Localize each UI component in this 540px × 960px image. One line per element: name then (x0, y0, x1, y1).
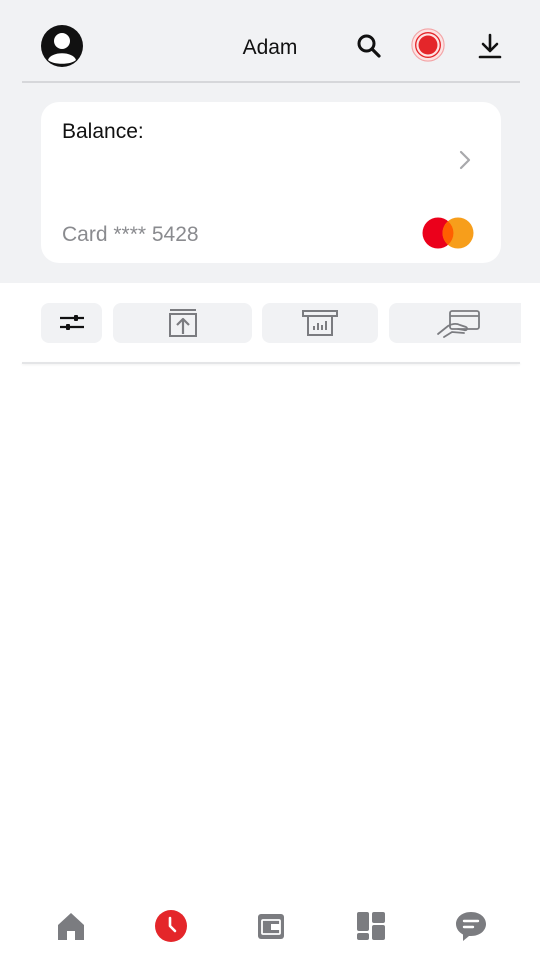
atm-icon (302, 310, 338, 336)
nav-chat[interactable] (451, 906, 491, 946)
actions-scroll-edge (521, 283, 540, 363)
download-icon (478, 33, 502, 59)
chevron-right-icon (459, 150, 471, 170)
balance-card[interactable]: Balance: Card **** 5428 (41, 102, 501, 263)
search-button[interactable] (351, 28, 387, 64)
bottom-navigation (0, 884, 540, 960)
wallet-icon (258, 914, 284, 939)
chat-icon (456, 912, 486, 941)
history-icon (155, 910, 187, 942)
nav-history[interactable] (151, 906, 191, 946)
atm-action-button[interactable] (262, 303, 378, 343)
filter-icon (59, 315, 84, 330)
card-payment-icon (437, 310, 480, 338)
transactions-list (0, 364, 540, 884)
top-header: Adam (0, 0, 540, 83)
record-icon (411, 28, 445, 62)
header-divider (22, 81, 520, 83)
home-icon (58, 913, 84, 940)
balance-label: Balance: (62, 120, 144, 143)
dashboard-icon (357, 912, 385, 940)
filter-button[interactable] (41, 303, 102, 343)
search-icon (357, 34, 381, 58)
upload-icon (168, 309, 197, 337)
avatar-icon (41, 25, 83, 67)
upload-action-button[interactable] (113, 303, 252, 343)
record-button[interactable] (410, 27, 446, 63)
download-button[interactable] (472, 28, 508, 64)
card-payment-action-button[interactable] (389, 303, 529, 343)
nav-home[interactable] (51, 906, 91, 946)
avatar[interactable] (40, 24, 84, 68)
user-name: Adam (242, 36, 298, 59)
nav-dashboard[interactable] (351, 906, 391, 946)
mastercard-logo (422, 217, 474, 249)
quick-actions-bar (0, 283, 540, 363)
card-number: Card **** 5428 (62, 223, 199, 246)
nav-wallet[interactable] (251, 906, 291, 946)
